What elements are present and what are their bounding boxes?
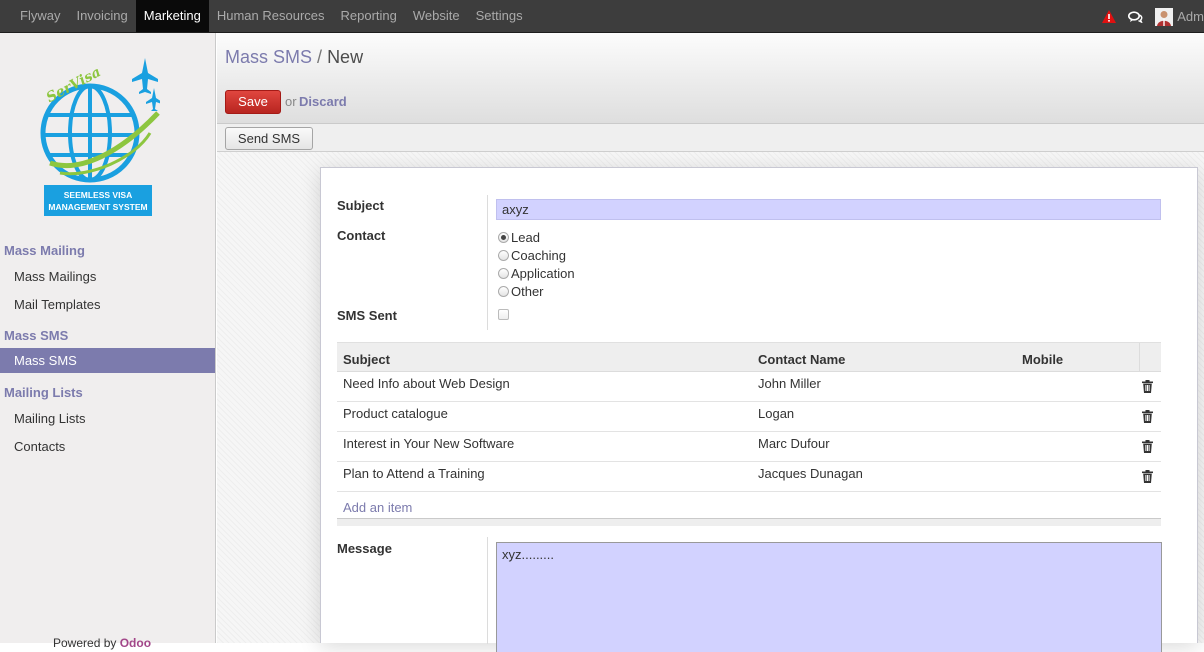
sidebar-item-mailing-lists[interactable]: Mailing Lists bbox=[0, 406, 215, 431]
powered-by-brand-link[interactable]: Odoo bbox=[120, 636, 151, 650]
radio-icon bbox=[498, 286, 509, 297]
save-button[interactable]: Save bbox=[225, 90, 281, 114]
table-footer bbox=[337, 518, 1161, 526]
sidebar-item-mass-mailings[interactable]: Mass Mailings bbox=[0, 264, 215, 289]
breadcrumb: Mass SMS / New bbox=[225, 47, 363, 68]
top-right-tools: Adm bbox=[1102, 0, 1204, 33]
sidebar-section-mass-mailing: Mass Mailing bbox=[4, 243, 85, 258]
trash-icon[interactable] bbox=[1142, 470, 1153, 486]
sidebar-item-mass-sms[interactable]: Mass SMS bbox=[0, 348, 215, 373]
recipients-table: Subject Contact Name Mobile Need Info ab… bbox=[337, 342, 1161, 526]
breadcrumb-current: New bbox=[327, 47, 364, 67]
contact-radio-coaching[interactable]: Coaching bbox=[498, 248, 566, 263]
cell-subject: Product catalogue bbox=[343, 406, 448, 421]
logo-tagline-1: SEEMLESS VISA bbox=[64, 190, 133, 200]
user-menu[interactable]: Adm bbox=[1155, 7, 1204, 26]
top-menu: Flyway Invoicing Marketing Human Resourc… bbox=[12, 0, 531, 33]
sidebar-item-mail-templates[interactable]: Mail Templates bbox=[0, 292, 215, 317]
contact-radio-lead[interactable]: Lead bbox=[498, 230, 540, 245]
cell-contact-name: Logan bbox=[758, 406, 795, 421]
trash-icon[interactable] bbox=[1142, 410, 1153, 426]
discard-link[interactable]: Discard bbox=[299, 94, 347, 109]
powered-by: Powered by Odoo bbox=[53, 636, 151, 650]
menu-marketing[interactable]: Marketing bbox=[135, 0, 209, 32]
column-mobile[interactable]: Mobile bbox=[1022, 352, 1063, 367]
or-label: or bbox=[285, 94, 297, 109]
table-row[interactable]: Need Info about Web Design John Miller bbox=[337, 372, 1161, 402]
radio-label: Application bbox=[511, 266, 575, 281]
sidebar-section-mass-sms: Mass SMS bbox=[4, 328, 69, 343]
radio-icon bbox=[498, 268, 509, 279]
cell-subject: Interest in Your New Software bbox=[343, 436, 515, 451]
chat-icon[interactable] bbox=[1128, 10, 1143, 23]
avatar bbox=[1155, 7, 1174, 26]
form-sheet: Subject axyz Contact Lead Coaching Appli… bbox=[320, 167, 1198, 652]
contact-label: Contact bbox=[337, 228, 386, 243]
radio-icon bbox=[498, 250, 509, 261]
field-divider bbox=[487, 537, 488, 644]
cell-contact-name: John Miller bbox=[758, 376, 821, 391]
breadcrumb-parent-link[interactable]: Mass SMS bbox=[225, 47, 312, 67]
form-view: Subject axyz Contact Lead Coaching Appli… bbox=[217, 152, 1204, 652]
cell-subject: Need Info about Web Design bbox=[343, 376, 510, 391]
sidebar-section-mailing-lists: Mailing Lists bbox=[4, 385, 83, 400]
column-subject[interactable]: Subject bbox=[343, 352, 390, 367]
logo-tagline-2: MANAGEMENT SYSTEM bbox=[48, 202, 147, 212]
top-navbar: Flyway Invoicing Marketing Human Resourc… bbox=[0, 0, 1204, 33]
user-name: Adm bbox=[1177, 9, 1204, 24]
cell-subject: Plan to Attend a Training bbox=[343, 466, 485, 481]
message-textarea[interactable]: xyz......... bbox=[496, 542, 1162, 652]
message-label: Message bbox=[337, 541, 392, 556]
menu-website[interactable]: Website bbox=[405, 0, 468, 32]
field-divider bbox=[487, 195, 488, 330]
sidebar-item-contacts[interactable]: Contacts bbox=[0, 434, 215, 459]
menu-invoicing[interactable]: Invoicing bbox=[68, 0, 135, 32]
menu-settings[interactable]: Settings bbox=[468, 0, 531, 32]
menu-flyway[interactable]: Flyway bbox=[12, 0, 68, 32]
subject-label: Subject bbox=[337, 198, 384, 213]
contact-radio-application[interactable]: Application bbox=[498, 266, 575, 281]
powered-by-label: Powered by bbox=[53, 636, 117, 650]
radio-label: Other bbox=[511, 284, 544, 299]
table-row[interactable]: Interest in Your New Software Marc Dufou… bbox=[337, 432, 1161, 462]
radio-selected-icon bbox=[498, 232, 509, 243]
add-item-link[interactable]: Add an item bbox=[343, 500, 412, 515]
column-divider bbox=[1139, 343, 1140, 372]
radio-label: Coaching bbox=[511, 248, 566, 263]
breadcrumb-separator: / bbox=[317, 47, 323, 67]
table-row[interactable]: Product catalogue Logan bbox=[337, 402, 1161, 432]
table-row[interactable]: Plan to Attend a Training Jacques Dunaga… bbox=[337, 462, 1161, 492]
trash-icon[interactable] bbox=[1142, 440, 1153, 456]
menu-human-resources[interactable]: Human Resources bbox=[209, 0, 333, 32]
table-header: Subject Contact Name Mobile bbox=[337, 342, 1161, 372]
send-sms-button[interactable]: Send SMS bbox=[225, 127, 313, 150]
sms-sent-checkbox[interactable] bbox=[498, 309, 509, 320]
radio-label: Lead bbox=[511, 230, 540, 245]
cell-contact-name: Marc Dufour bbox=[758, 436, 830, 451]
servisa-logo[interactable]: SerVisa SEEMLESS VISA MANAGEMENT SYSTEM bbox=[40, 53, 162, 218]
column-contact-name[interactable]: Contact Name bbox=[758, 352, 845, 367]
contact-radio-other[interactable]: Other bbox=[498, 284, 544, 299]
subject-input[interactable]: axyz bbox=[496, 199, 1161, 220]
trash-icon[interactable] bbox=[1142, 380, 1153, 396]
menu-reporting[interactable]: Reporting bbox=[333, 0, 405, 32]
sidebar: SerVisa SEEMLESS VISA MANAGEMENT SYSTEM … bbox=[0, 33, 216, 650]
cell-contact-name: Jacques Dunagan bbox=[758, 466, 863, 481]
sms-sent-label: SMS Sent bbox=[337, 308, 397, 323]
warning-icon[interactable] bbox=[1102, 10, 1117, 23]
control-panel: Mass SMS / New Save or Discard bbox=[217, 33, 1204, 124]
form-statusbar: Send SMS bbox=[217, 124, 1204, 152]
